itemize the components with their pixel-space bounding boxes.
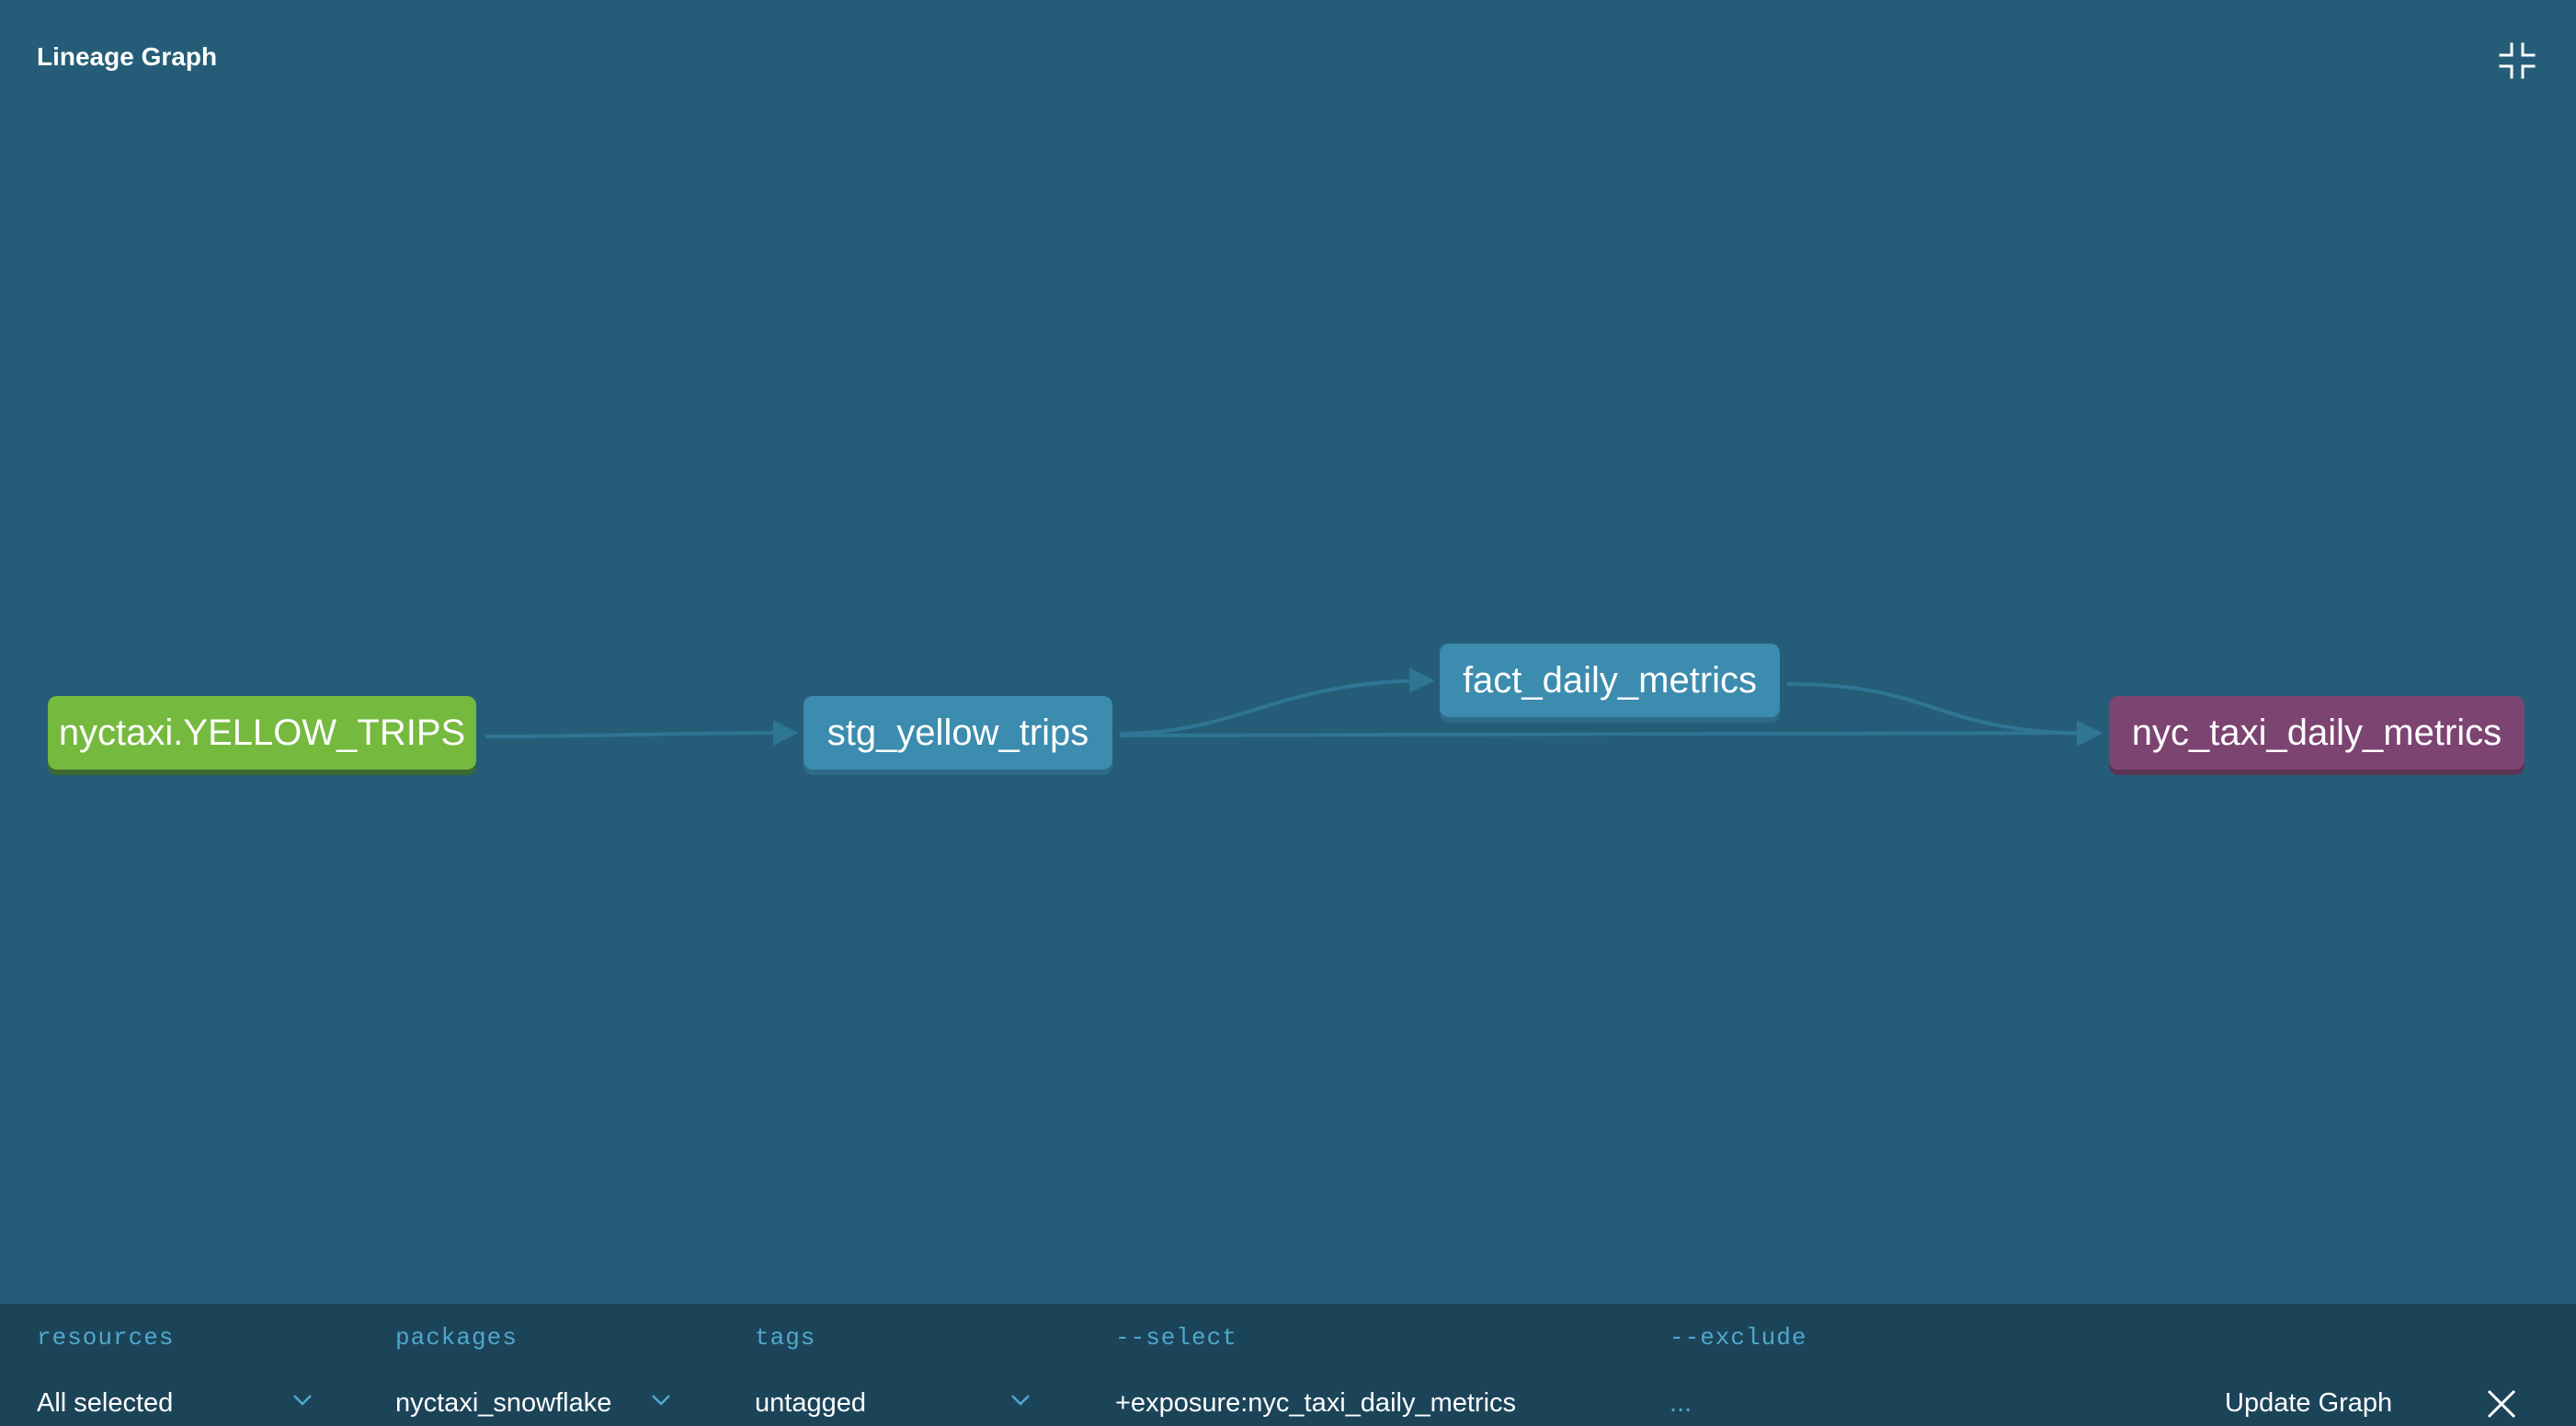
tags-value: untagged [755, 1388, 866, 1418]
select-label: --select [1115, 1324, 1237, 1352]
lineage-graph-panel: Lineage Graph nyctaxi.YELLOW_TRIPS stg_y… [0, 0, 2576, 1426]
chevron-down-icon [652, 1395, 670, 1406]
edge-staging-fact [1119, 667, 1435, 736]
exclude-input[interactable]: ... [1670, 1388, 1692, 1419]
tags-filter[interactable]: tags untagged [755, 1324, 1031, 1418]
chevron-down-icon [1011, 1395, 1030, 1406]
packages-label: packages [395, 1324, 518, 1352]
resources-label: resources [37, 1324, 175, 1352]
node-fact-daily-metrics[interactable]: fact_daily_metrics [1440, 644, 1780, 717]
select-field[interactable]: --select +exposure:nyc_taxi_daily_metric… [1115, 1324, 1630, 1418]
edge-source-staging [484, 720, 799, 747]
lineage-edges [484, 667, 2103, 747]
close-icon[interactable] [2486, 1388, 2517, 1420]
resources-value: All selected [37, 1388, 174, 1418]
edge-fact-exposure [1786, 682, 2103, 747]
select-input[interactable]: +exposure:nyc_taxi_daily_metrics [1115, 1388, 1516, 1419]
resources-filter[interactable]: resources All selected [37, 1324, 313, 1418]
chevron-down-icon [293, 1395, 312, 1406]
node-source[interactable]: nyctaxi.YELLOW_TRIPS [48, 696, 476, 770]
packages-value: nyctaxi_snowflake [395, 1388, 612, 1418]
graph-filter-toolbar: resources All selected packages nyctaxi_… [0, 1304, 2576, 1426]
tags-label: tags [755, 1324, 816, 1352]
packages-filter[interactable]: packages nyctaxi_snowflake [395, 1324, 671, 1418]
exclude-label: --exclude [1670, 1324, 1807, 1352]
edge-staging-exposure [1119, 720, 2103, 747]
node-exposure[interactable]: nyc_taxi_daily_metrics [2109, 696, 2525, 770]
update-graph-button[interactable]: Update Graph [2225, 1388, 2392, 1419]
exclude-field[interactable]: --exclude ... [1670, 1324, 2129, 1418]
node-stg-yellow-trips[interactable]: stg_yellow_trips [804, 696, 1112, 770]
